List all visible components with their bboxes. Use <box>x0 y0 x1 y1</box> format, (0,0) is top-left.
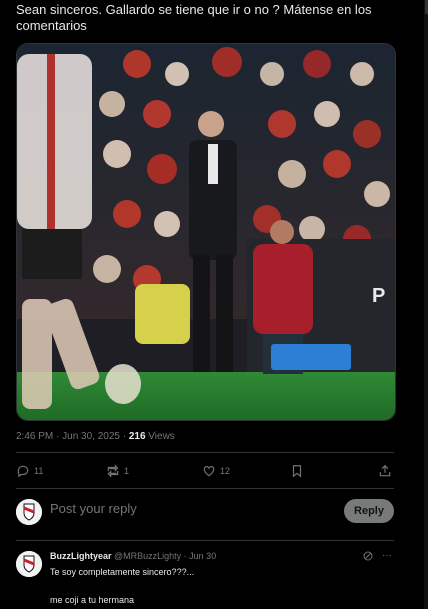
heart-icon <box>203 466 215 477</box>
stadium-scene-image: P <box>17 44 395 420</box>
comment-handle-date[interactable]: @MRBuzzLighty · Jun 30 <box>112 551 216 561</box>
share-action[interactable] <box>378 464 392 478</box>
post-photo[interactable]: P <box>16 43 396 421</box>
avatar[interactable] <box>16 499 42 525</box>
divider <box>16 488 394 489</box>
divider <box>16 452 394 453</box>
action-bar: 11 1 12 <box>16 462 394 480</box>
comment-author-name[interactable]: BuzzLightyear <box>50 551 112 561</box>
reply-count: 11 <box>34 466 44 476</box>
comment-icons: ··· <box>362 550 392 562</box>
bookmark-action[interactable] <box>290 464 378 478</box>
reply-action[interactable]: 11 <box>16 464 106 478</box>
grok-icon[interactable] <box>362 550 374 562</box>
scrollbar[interactable] <box>424 0 428 609</box>
comment-header: BuzzLightyear @MRBuzzLighty · Jun 30 <box>50 551 216 561</box>
repost-icon <box>107 464 119 478</box>
reply-comment[interactable]: BuzzLightyear @MRBuzzLighty · Jun 30 ···… <box>16 549 394 609</box>
views-label: Views <box>145 431 175 442</box>
repost-action[interactable]: 1 <box>106 464 202 478</box>
bookmark-icon <box>292 465 302 478</box>
reply-composer: Post your reply Reply <box>16 497 394 527</box>
post-timestamp[interactable]: 2:46 PM · Jun 30, 2025 · <box>16 431 129 442</box>
like-count: 12 <box>220 466 231 476</box>
reply-input[interactable]: Post your reply <box>50 501 137 516</box>
post-text: Sean sinceros. Gallardo se tiene que ir … <box>16 2 372 33</box>
comment-text-line: me coji a tu hermana <box>50 595 135 605</box>
repost-count: 1 <box>124 466 130 476</box>
comment-text-line: Te soy completamente sincero???... <box>50 567 195 577</box>
river-plate-crest-icon <box>16 551 42 577</box>
views-count: 216 <box>128 431 146 442</box>
river-plate-crest-icon <box>16 499 42 525</box>
reply-button[interactable]: Reply <box>344 499 394 523</box>
like-action[interactable]: 12 <box>202 464 290 478</box>
svg-text:P: P <box>372 285 385 307</box>
avatar[interactable] <box>16 551 42 577</box>
more-options-icon[interactable]: ··· <box>382 550 392 562</box>
reply-icon <box>17 465 29 478</box>
post-metadata: 2:46 PM · Jun 30, 2025 · 216 Views <box>16 431 175 442</box>
divider <box>16 540 394 541</box>
share-icon <box>379 464 391 477</box>
